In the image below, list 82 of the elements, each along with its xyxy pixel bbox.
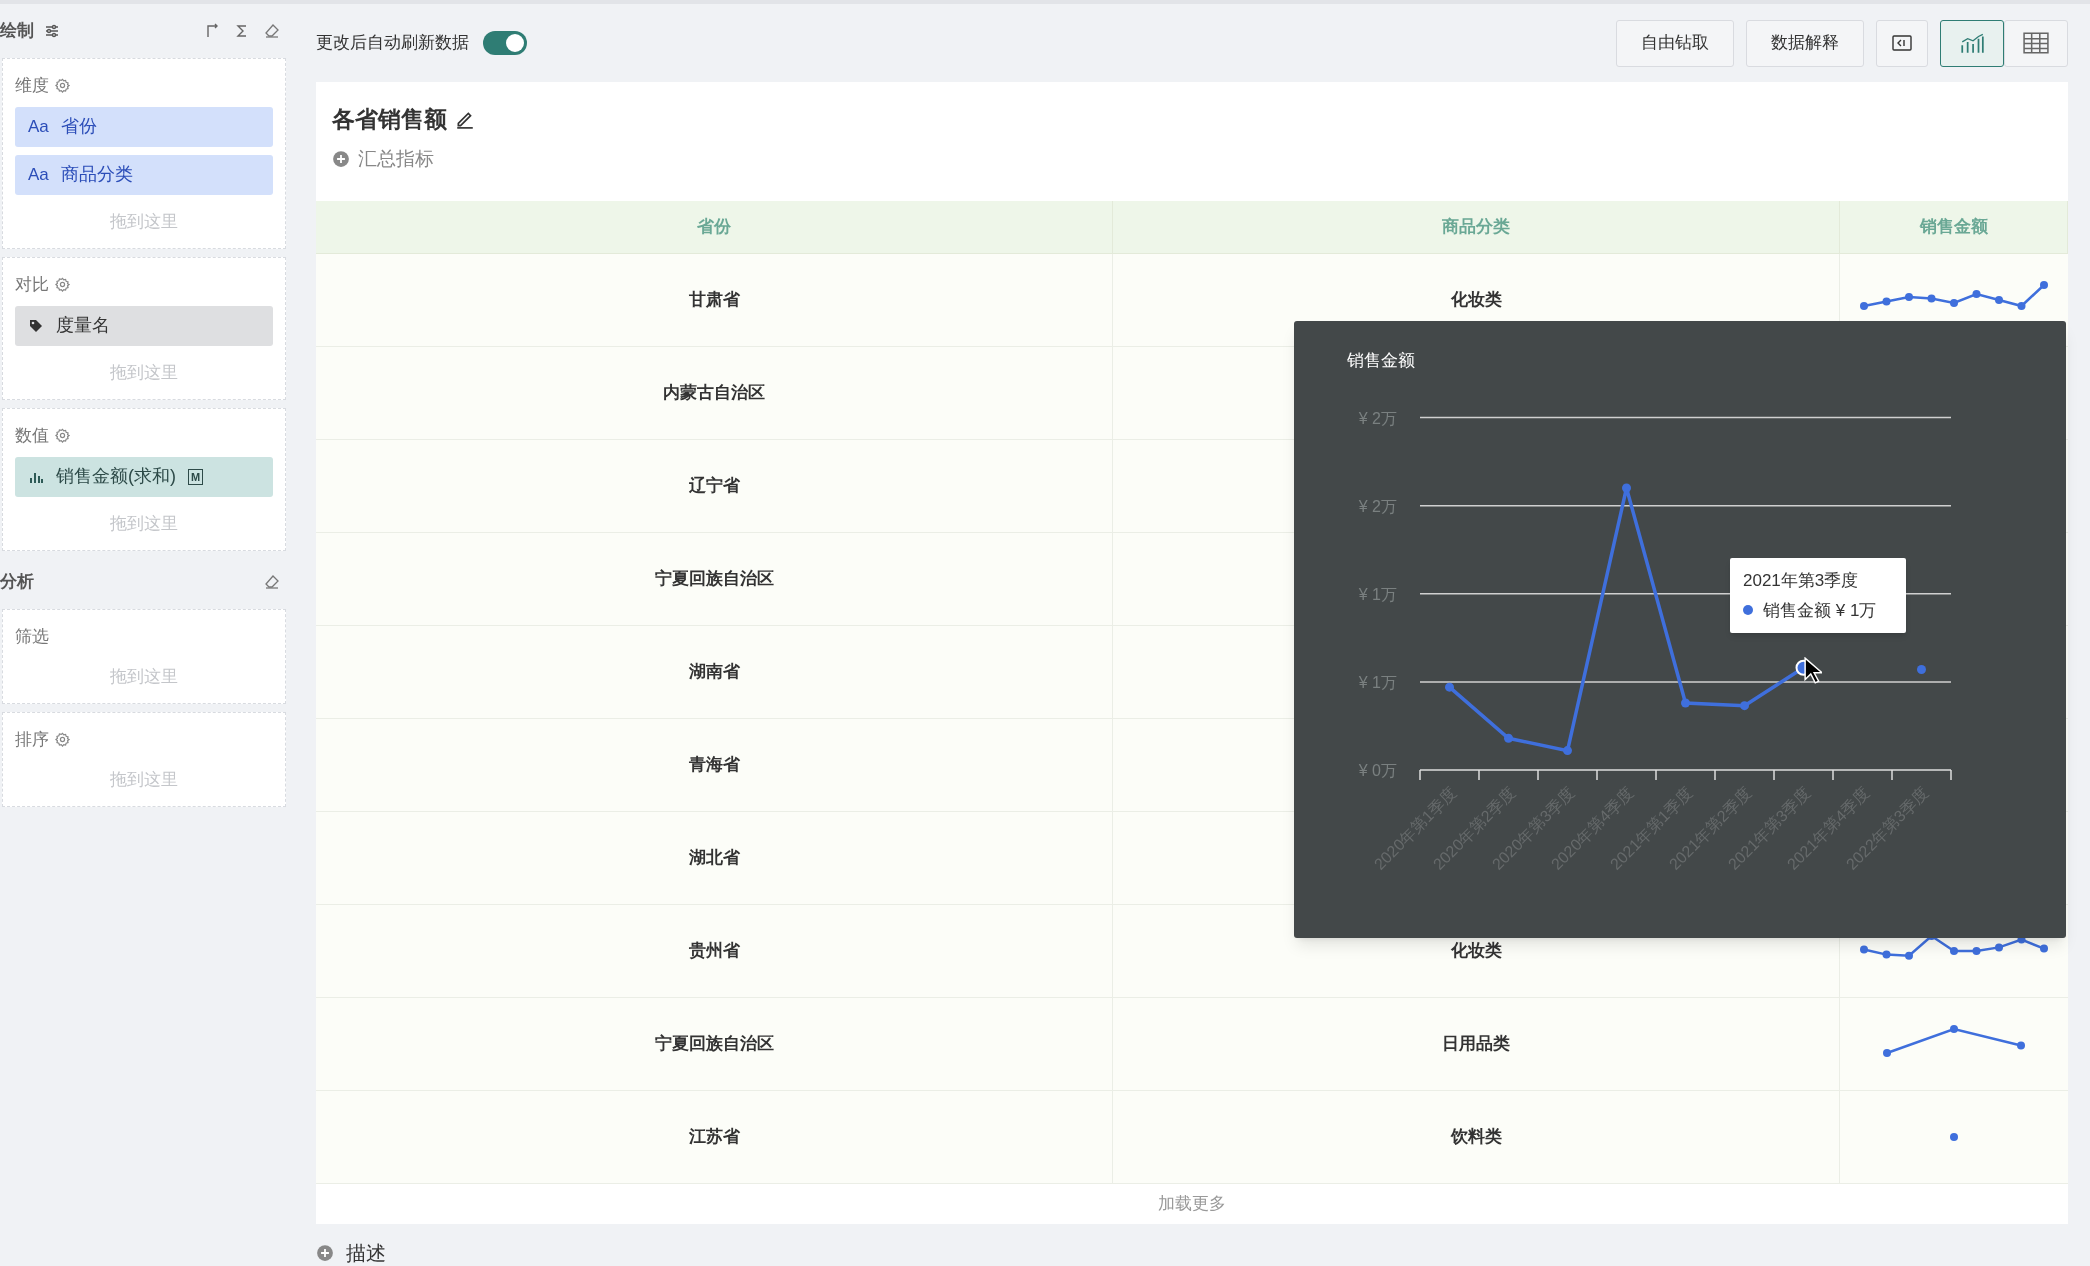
axis-label: ¥ 2万 (1358, 409, 1397, 427)
plus-icon (316, 1244, 334, 1262)
field-label: 省份 (60, 115, 97, 138)
settings-icon[interactable] (55, 732, 70, 748)
add-summary-button[interactable]: 汇总指标 (332, 144, 2052, 173)
drop-hint: 拖到这里 (110, 768, 178, 791)
chart-view-tab[interactable] (1940, 19, 2004, 67)
eraser-icon[interactable] (264, 23, 280, 39)
sliders-icon[interactable] (44, 23, 60, 39)
drop-hint: 拖到这里 (110, 361, 178, 384)
section-title: 筛选 (15, 626, 49, 648)
toolbar-button[interactable]: 数据解释 (1746, 19, 1864, 67)
sparkline (1949, 1132, 1959, 1142)
column-header: 销售金额 (1919, 216, 1988, 239)
group-title: 绘制 (0, 20, 34, 43)
edit-icon[interactable] (455, 109, 475, 130)
toolbar-button[interactable]: 自由钻取 (1616, 19, 1734, 67)
table-cell-text: 江苏省 (688, 1126, 740, 1149)
column-header: 商品分类 (1442, 216, 1510, 239)
section-title: 维度 (15, 75, 49, 97)
table-view-tab[interactable] (2004, 19, 2068, 67)
type-label: Aa (28, 115, 49, 138)
column-header: 省份 (697, 216, 731, 239)
data-point (1504, 733, 1513, 743)
tag-icon (28, 317, 44, 334)
table-cell-text: 贵州省 (688, 940, 740, 963)
field-label: 商品分类 (60, 163, 133, 186)
axis-label: ¥ 2万 (1358, 497, 1397, 515)
field-pill[interactable]: 销售金额(求和) M (15, 456, 273, 497)
tooltip-value: 销售金额 ¥ 1万 (1763, 599, 1877, 622)
tooltip-title: 2021年第3季度 (1743, 570, 1860, 592)
data-point (1917, 665, 1926, 675)
auto-refresh-toggle[interactable] (483, 31, 527, 55)
table-cell-text: 化妆类 (1450, 940, 1502, 963)
field-pill[interactable]: 度量名 (15, 305, 273, 346)
data-point (1740, 701, 1749, 711)
table-cell-text: 饮料类 (1450, 1126, 1502, 1149)
cursor-icon (1804, 657, 1822, 684)
data-point (1445, 682, 1454, 692)
add-description-button[interactable]: 描述 (316, 1238, 386, 1266)
settings-icon[interactable] (55, 428, 70, 444)
type-label: Aa (28, 163, 49, 186)
table-cell-text: 青海省 (688, 754, 740, 777)
table-icon (2023, 32, 2049, 54)
drop-hint: 拖到这里 (110, 665, 178, 688)
table-cell-text: 甘肃省 (688, 289, 740, 312)
table-cell-text: 宁夏回族自治区 (654, 568, 774, 591)
embed-button[interactable] (1876, 19, 1928, 67)
data-point (1622, 483, 1631, 493)
measure-badge: M (188, 468, 204, 485)
settings-icon[interactable] (55, 277, 70, 293)
eraser-icon[interactable] (264, 574, 280, 590)
axis-label: ¥ 1万 (1358, 673, 1397, 691)
axis-title: 销售金额 (1347, 351, 1415, 370)
table-cell-text: 辽宁省 (688, 475, 740, 498)
table-cell-text: 日用品类 (1442, 1033, 1510, 1056)
section-title: 对比 (15, 274, 49, 296)
section-title: 数值 (15, 425, 49, 447)
table-cell-text: 内蒙古自治区 (663, 382, 765, 405)
corner-arrow-icon[interactable] (204, 23, 220, 39)
field-label: 销售金额(求和) (56, 465, 176, 488)
group-title: 分析 (0, 571, 34, 594)
table-cell-text: 湖南省 (688, 661, 740, 684)
card-title: 各省销售额 (332, 105, 447, 134)
data-point (1563, 746, 1572, 756)
line-chart-icon (1959, 32, 1985, 54)
data-point (1681, 698, 1690, 708)
section-title: 排序 (15, 729, 49, 751)
auto-refresh-label: 更改后自动刷新数据 (316, 32, 469, 55)
table-cell-text: 化妆类 (1450, 289, 1502, 312)
axis-label: ¥ 1万 (1358, 585, 1397, 603)
table-cell-text: 宁夏回族自治区 (654, 1033, 774, 1056)
field-label: 度量名 (56, 314, 110, 337)
field-pill[interactable]: Aa 商品分类 (15, 154, 273, 195)
drop-hint: 拖到这里 (110, 512, 178, 535)
table-cell-text: 湖北省 (688, 847, 740, 870)
plus-icon (332, 149, 350, 168)
settings-icon[interactable] (55, 78, 70, 94)
axis-label: ¥ 0万 (1358, 762, 1397, 779)
drop-hint: 拖到这里 (110, 210, 178, 233)
field-pill[interactable]: Aa 省份 (15, 106, 273, 147)
embed-icon (1892, 35, 1912, 51)
